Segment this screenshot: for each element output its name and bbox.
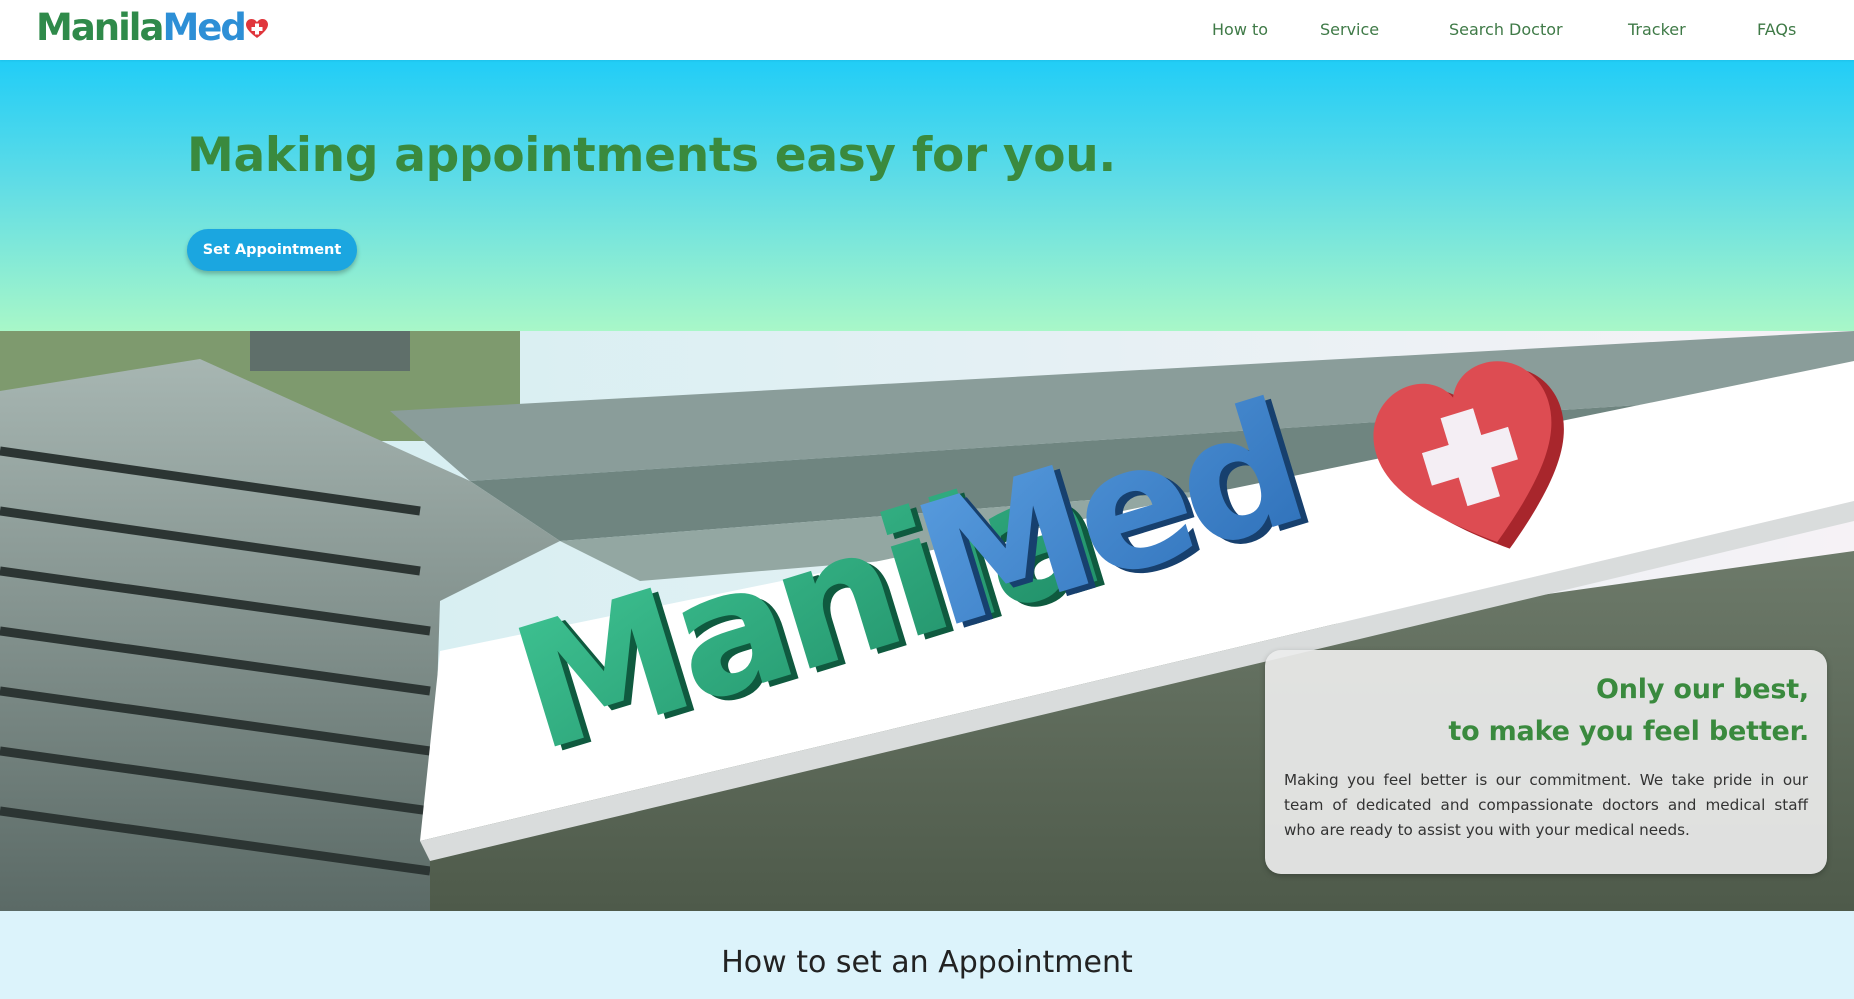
how-to-section: How to set an Appointment: [0, 911, 1854, 999]
info-card: Only our best, to make you feel better. …: [1265, 650, 1827, 874]
nav-item-faqs[interactable]: FAQs: [1757, 20, 1796, 39]
brand-name-manila: Manila: [36, 6, 164, 49]
set-appointment-button[interactable]: Set Appointment: [187, 229, 357, 271]
nav-item-how-to[interactable]: How to: [1212, 20, 1268, 39]
nav-item-search-doctor[interactable]: Search Doctor: [1449, 20, 1563, 39]
how-to-title: How to set an Appointment: [721, 945, 1133, 980]
navbar: ManilaMed How to Service Search Doctor T…: [0, 0, 1854, 60]
nav-item-tracker[interactable]: Tracker: [1628, 20, 1686, 39]
card-body-text: Making you feel better is our commitment…: [1284, 771, 1808, 839]
brand-name-med: Med: [162, 6, 246, 49]
heart-cross-icon: [245, 18, 268, 44]
hero-section: [0, 60, 1854, 331]
card-heading-line1: Only our best,: [1596, 674, 1809, 705]
hero-title: Making appointments easy for you.: [187, 128, 1116, 183]
brand-logo[interactable]: ManilaMed: [36, 8, 268, 48]
brand-name: ManilaMed: [36, 6, 247, 49]
nav-item-service[interactable]: Service: [1320, 20, 1379, 39]
card-heading-line2: to make you feel better.: [1448, 716, 1809, 747]
card-heading: Only our best, to make you feel better.: [1448, 669, 1809, 753]
